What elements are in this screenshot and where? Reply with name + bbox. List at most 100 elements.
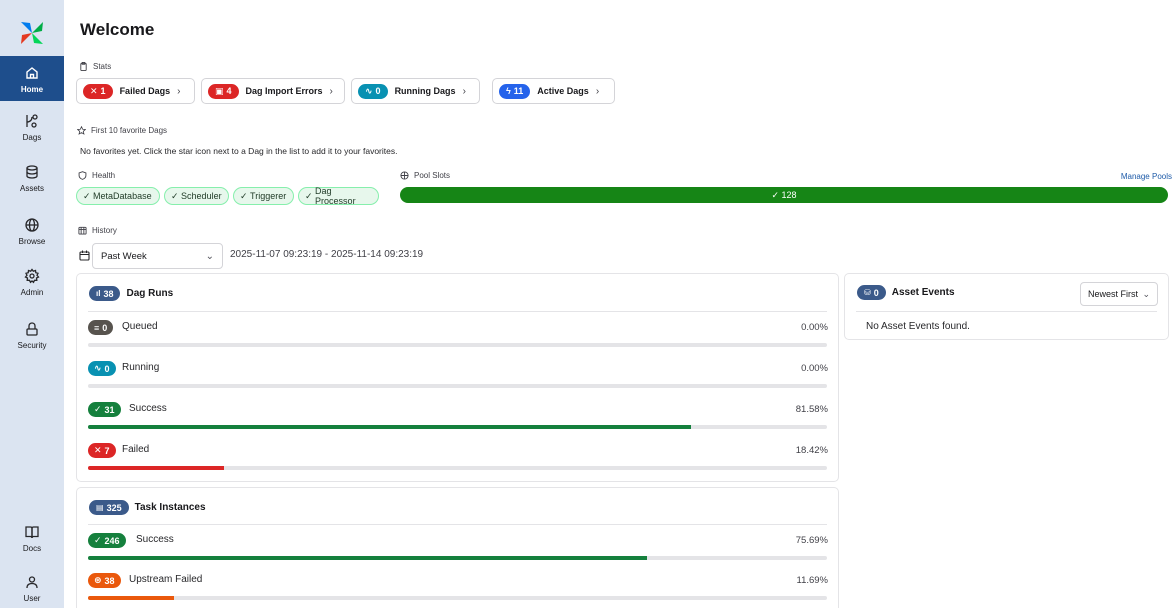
sidebar-item-admin[interactable]: Admin <box>0 268 64 306</box>
progress-fill <box>88 466 225 470</box>
sidebar-item-label: Docs <box>22 544 42 553</box>
task-instances-title: Task Instances <box>134 502 206 513</box>
progress-track <box>88 384 827 388</box>
row-percent: 18.42% <box>795 445 828 456</box>
sidebar-item-label: Browse <box>18 237 46 246</box>
sidebar-item-browse[interactable]: Browse <box>0 217 64 255</box>
health-item-label: Triggerer <box>250 191 287 201</box>
activity-icon: ∿ <box>365 85 373 96</box>
progress-track <box>88 556 827 560</box>
row-label: Failed <box>122 444 150 455</box>
status-badge: ✓ 246 <box>88 533 126 548</box>
sidebar-item-user[interactable]: User <box>0 574 64 608</box>
sidebar-item-label: Admin <box>20 288 44 297</box>
sidebar-item-label: Assets <box>19 184 44 193</box>
database-icon <box>26 165 38 179</box>
sidebar-item-security[interactable]: Security <box>0 321 64 359</box>
sort-value: Newest First <box>1088 289 1139 299</box>
check-icon: ✓ <box>171 190 182 201</box>
badge-count: 7 <box>104 445 110 456</box>
health-label: Health <box>92 171 116 180</box>
dag-runs-panel: ıl 38 Dag Runs ≡ 0 Queued 0.00% ∿ 0 Running 0.00… <box>76 273 839 482</box>
health-item-label: Scheduler <box>181 191 222 201</box>
time-range-select[interactable]: Past Week ⌄ <box>92 243 223 269</box>
stat-title: Dag Import Errors <box>245 86 323 96</box>
badge-count: 0 <box>873 287 879 298</box>
chevron-right-icon: › <box>595 85 600 97</box>
sidebar-item-label: Dags <box>22 133 42 142</box>
check-icon: ✓ <box>83 190 94 201</box>
favorites-section-label: First 10 favorite Dags <box>77 126 167 135</box>
bar-chart-icon: ıl <box>96 289 101 298</box>
badge-count: 31 <box>104 404 115 415</box>
sidebar-item-assets[interactable]: Assets <box>0 164 64 202</box>
history-icon <box>78 226 87 235</box>
status-badge: ∿ 0 <box>88 361 116 376</box>
pool-slots-label: Pool Slots <box>414 171 451 180</box>
dag-runs-count-badge: ıl 38 <box>89 286 121 301</box>
asset-events-sort-select[interactable]: Newest First ⌄ <box>1080 282 1158 306</box>
row-label: Running <box>122 362 160 373</box>
badge-count: 0 <box>375 86 381 96</box>
stat-title: Active Dags <box>537 86 589 96</box>
badge-count: 11 <box>513 86 524 96</box>
sidebar-item-dags[interactable]: Dags <box>0 113 64 151</box>
status-badge: ✓ 31 <box>88 402 121 417</box>
dag-runs-title: Dag Runs <box>126 288 174 299</box>
badge-count: 0 <box>104 363 110 374</box>
shield-icon <box>78 171 87 180</box>
database-icon: ⛁ <box>864 288 871 297</box>
stat-card-active-dags[interactable]: ϟ 11 Active Dags › <box>492 78 615 104</box>
pool-icon <box>400 171 409 180</box>
check-icon: ✓ <box>240 190 251 201</box>
clipboard-icon <box>80 62 87 71</box>
row-label: Upstream Failed <box>129 574 203 585</box>
health-item-label: Dag Processor <box>315 186 356 206</box>
airflow-logo[interactable] <box>19 20 45 46</box>
chevron-right-icon: › <box>329 85 333 97</box>
progress-track <box>88 343 827 347</box>
check-icon: ✓ <box>305 190 316 201</box>
gear-icon <box>24 268 40 284</box>
chevron-down-icon: ⌄ <box>1142 288 1150 299</box>
calendar-icon <box>79 250 90 261</box>
badge-count: 246 <box>104 535 120 546</box>
dags-icon <box>26 114 38 128</box>
manage-pools-link[interactable]: Manage Pools <box>1121 172 1172 181</box>
stat-card-failed-dags[interactable]: ✕ 1 Failed Dags › <box>76 78 195 104</box>
health-pill-metadatabase: ✓ MetaDatabase <box>76 187 160 205</box>
health-pill-scheduler: ✓ Scheduler <box>164 187 229 205</box>
sidebar-item-label: Security <box>17 341 47 350</box>
progress-track <box>88 425 827 429</box>
progress-fill <box>88 425 691 429</box>
chevron-right-icon: › <box>177 85 181 97</box>
sidebar-item-docs[interactable]: Docs <box>0 524 64 562</box>
sidebar-item-label: User <box>23 594 41 603</box>
asset-events-title: Asset Events <box>891 287 955 298</box>
row-percent: 81.58% <box>795 404 828 415</box>
chevron-right-icon: › <box>462 85 466 97</box>
badge-count: 38 <box>103 288 114 299</box>
date-range: 2025-11-07 09:23:19 - 2025-11-14 09:23:1… <box>230 249 424 260</box>
history-label: History <box>92 226 117 235</box>
asset-events-header: ⛁ 0 Asset Events <box>857 285 955 300</box>
stat-card-import-errors[interactable]: ▣ 4 Dag Import Errors › <box>201 78 345 104</box>
queue-icon: ≡ <box>94 322 100 333</box>
upstream-failed-icon: ⊛ <box>94 575 102 585</box>
home-icon <box>26 67 38 79</box>
asset-events-empty-message: No Asset Events found. <box>866 321 970 332</box>
sidebar-item-home[interactable]: Home <box>0 56 64 101</box>
file-icon: ▤ <box>96 503 104 512</box>
stat-card-running-dags[interactable]: ∿ 0 Running Dags › <box>351 78 480 104</box>
running-dags-badge: ∿ 0 <box>358 83 388 99</box>
health-pill-triggerer: ✓ Triggerer <box>233 187 294 205</box>
sidebar-item-label: Home <box>20 85 44 94</box>
pool-slots-bar[interactable]: ✓ 128 <box>400 187 1168 203</box>
row-percent: 11.69% <box>796 575 828 586</box>
health-section-label: Health <box>78 171 115 180</box>
progress-track <box>88 466 827 470</box>
health-pill-dag-processor: ✓ Dag Processor <box>298 186 379 206</box>
check-icon: ✓ <box>94 404 102 414</box>
x-icon: ✕ <box>94 445 102 455</box>
stats-section-label: Stats <box>79 62 111 71</box>
